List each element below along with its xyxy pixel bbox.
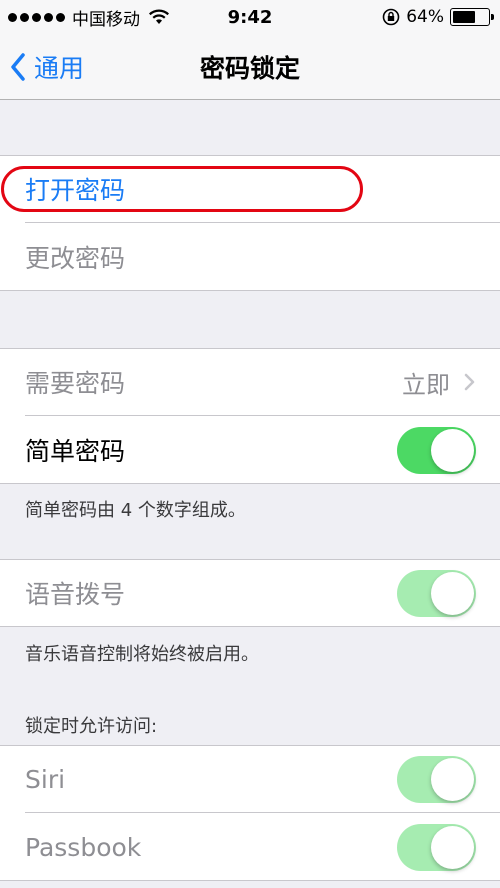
passbook-toggle[interactable] [397, 824, 476, 871]
status-bar: 中国移动 9:42 64% [0, 0, 500, 34]
toggle-knob [431, 758, 474, 801]
navigation-bar: 通用 密码锁定 [0, 34, 500, 100]
chevron-left-icon [11, 53, 25, 81]
turn-on-passcode-row[interactable]: 打开密码 [0, 155, 500, 223]
toggle-knob [431, 429, 474, 472]
turn-on-passcode-label: 打开密码 [25, 176, 126, 205]
simple-passcode-label: 简单密码 [25, 437, 126, 466]
voice-dial-toggle[interactable] [397, 570, 476, 617]
back-button[interactable]: 通用 [10, 34, 84, 100]
passbook-label: Passbook [25, 832, 142, 862]
simple-passcode-row: 简单密码 [0, 416, 500, 484]
simple-passcode-toggle[interactable] [397, 427, 476, 474]
siri-toggle[interactable] [397, 756, 476, 803]
voice-dial-row: 语音拨号 [0, 559, 500, 627]
require-passcode-row[interactable]: 需要密码 立即 [0, 348, 500, 416]
siri-label: Siri [25, 764, 66, 794]
require-passcode-label: 需要密码 [25, 369, 126, 398]
battery-icon [450, 8, 494, 26]
simple-passcode-footnote: 简单密码由 4 个数字组成。 [25, 500, 246, 521]
carrier-name: 中国移动 [72, 9, 140, 30]
signal-strength-icon [8, 12, 65, 22]
back-button-label: 通用 [34, 54, 85, 83]
toggle-knob [431, 826, 474, 869]
voice-dial-footnote: 音乐语音控制将始终被启用。 [25, 644, 259, 665]
wifi-icon [149, 9, 169, 24]
change-passcode-row[interactable]: 更改密码 [0, 223, 500, 291]
siri-row: Siri [0, 745, 500, 813]
battery-percent: 64% [406, 7, 444, 27]
require-passcode-value: 立即 [402, 370, 450, 399]
change-passcode-label: 更改密码 [25, 244, 126, 273]
voice-dial-label: 语音拨号 [25, 580, 126, 609]
battery-fill [453, 11, 475, 23]
chevron-right-icon [464, 373, 475, 391]
toggle-knob [431, 572, 474, 615]
passbook-row: Passbook [0, 813, 500, 881]
allow-access-header: 锁定时允许访问: [25, 716, 158, 737]
rotation-lock-icon [382, 8, 400, 26]
